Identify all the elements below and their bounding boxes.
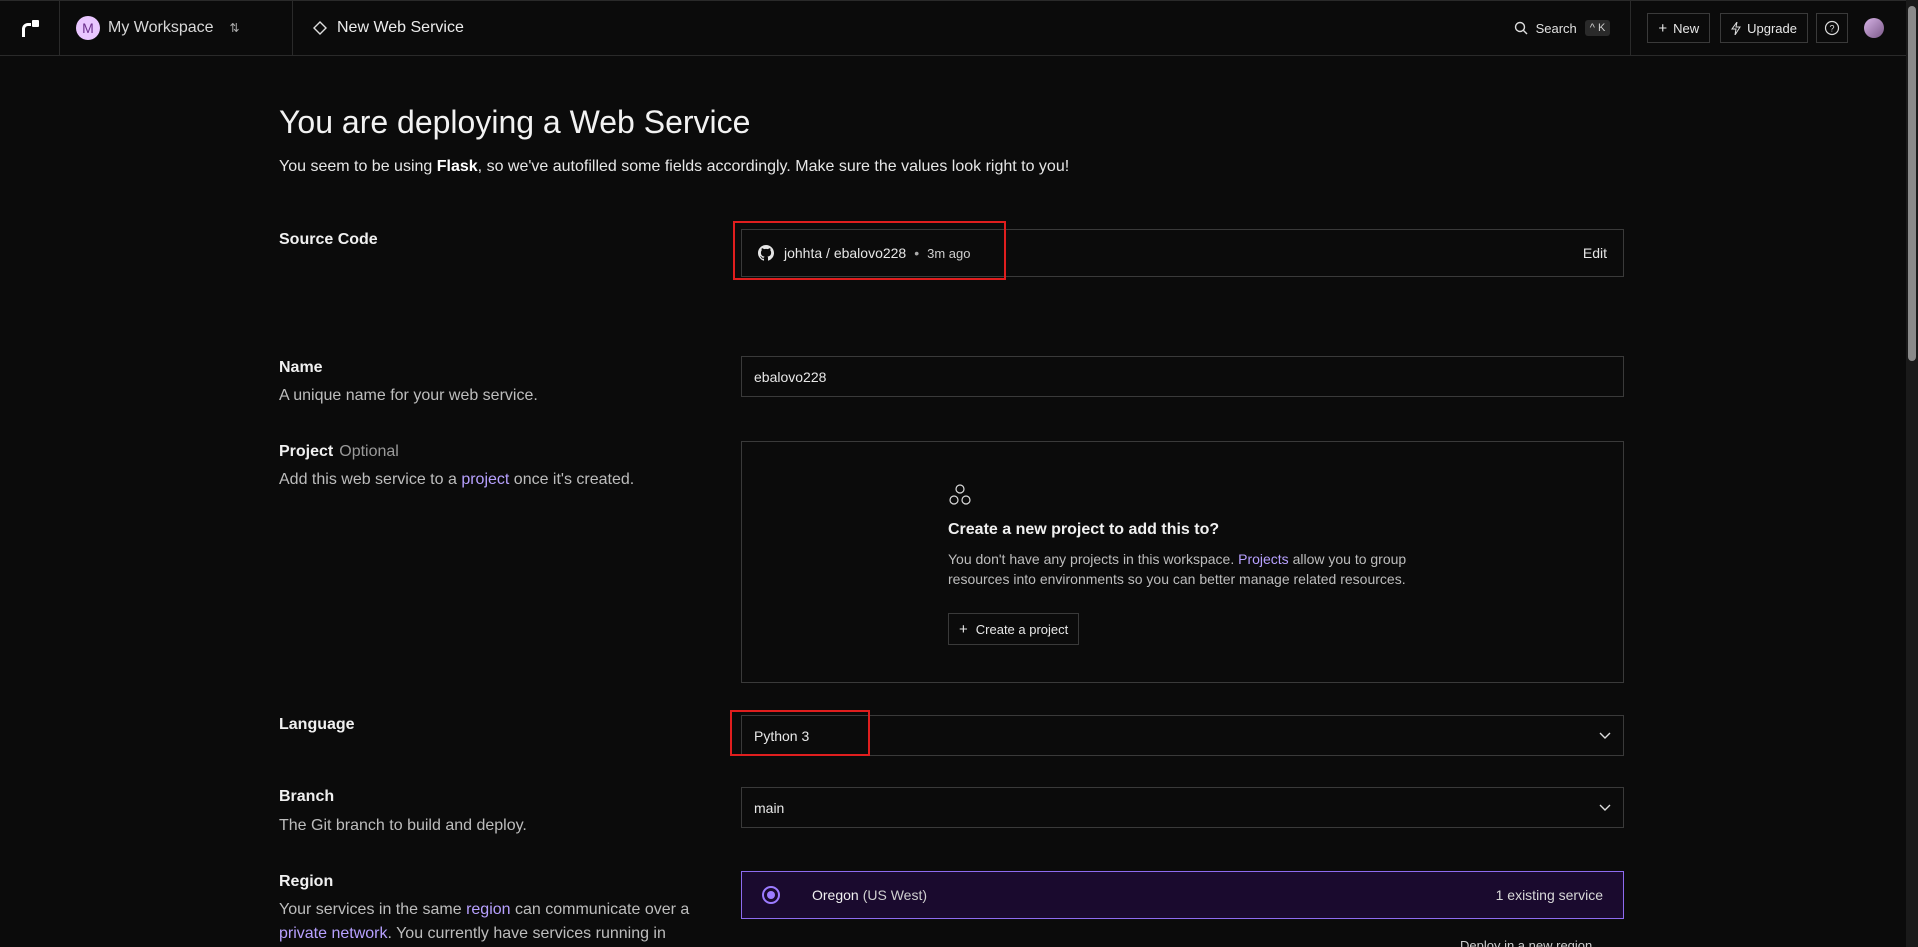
diamond-icon — [313, 21, 327, 35]
name-input[interactable]: ebalovo228 — [741, 356, 1624, 397]
breadcrumb: New Web Service — [293, 19, 464, 37]
project-desc-post: once it's created. — [509, 471, 635, 488]
create-project-button[interactable]: + Create a project — [948, 613, 1080, 645]
project-label-text: Project — [279, 443, 334, 460]
chevron-updown-icon: ⇅ — [229, 21, 240, 35]
region-link[interactable]: region — [466, 901, 510, 918]
project-description: Add this web service to a project once i… — [279, 468, 699, 492]
language-select[interactable]: Python 3 — [741, 715, 1624, 756]
branch-value: main — [754, 799, 785, 816]
region-sub: (US West) — [862, 887, 928, 903]
branch-label: Branch — [279, 788, 335, 805]
region-service-count: 1 existing service — [1495, 887, 1603, 903]
region-name: Oregon — [812, 887, 859, 903]
help-icon: ? — [1824, 20, 1840, 36]
create-project-label: Create a project — [975, 621, 1069, 637]
language-label: Language — [279, 716, 355, 733]
region-desc-pre: Your services in the same — [279, 901, 467, 918]
render-logo-icon[interactable] — [0, 0, 60, 56]
source-edit-button[interactable]: Edit — [1583, 245, 1607, 261]
workspace-switcher[interactable]: M My Workspace ⇅ — [60, 0, 293, 56]
new-button[interactable]: + New — [1647, 13, 1711, 43]
region-option-oregon[interactable]: Oregon (US West) 1 existing service — [741, 871, 1624, 919]
project-empty-desc-pre: You don't have any projects in this work… — [948, 551, 1239, 567]
scrollbar-thumb[interactable] — [1908, 6, 1916, 361]
breadcrumb-label: New Web Service — [337, 19, 464, 36]
workspace-name: My Workspace — [108, 19, 214, 36]
search-shortcut: ^ K — [1584, 20, 1611, 36]
project-empty-state: Create a new project to add this to? You… — [741, 441, 1624, 683]
search-button[interactable]: Search ^ K — [1514, 0, 1632, 56]
plus-icon: + — [1658, 19, 1668, 37]
svg-text:?: ? — [1829, 24, 1834, 34]
project-cluster-icon — [949, 484, 971, 505]
top-actions: Search ^ K + New Upgrade ? — [1514, 0, 1906, 56]
page-subtitle: You seem to be using Flask, so we've aut… — [279, 158, 1069, 176]
subtitle-post: , so we've autofilled some fields accord… — [477, 158, 1070, 175]
search-label: Search — [1535, 20, 1577, 36]
upgrade-button[interactable]: Upgrade — [1720, 13, 1808, 43]
scrollbar[interactable] — [1906, 0, 1918, 947]
highlight-box-source — [733, 221, 1006, 280]
chevron-down-icon — [1599, 804, 1611, 811]
region-desc-post: . You currently have services running in — [387, 925, 666, 942]
source-code-label: Source Code — [279, 231, 378, 248]
page-title: You are deploying a Web Service — [279, 104, 751, 140]
highlight-box-language — [730, 710, 870, 756]
projects-link[interactable]: Projects — [1238, 551, 1289, 567]
user-avatar[interactable] — [1864, 18, 1884, 38]
project-label: Project Optional — [279, 443, 399, 461]
region-label: Region — [279, 873, 334, 890]
subtitle-framework: Flask — [436, 158, 478, 175]
search-icon — [1514, 21, 1528, 35]
region-desc-mid: can communicate over a — [510, 901, 690, 918]
chevron-down-icon — [1599, 732, 1611, 739]
region-radio-selected[interactable] — [762, 886, 780, 904]
project-empty-description: You don't have any projects in this work… — [948, 549, 1408, 589]
plus-icon: + — [959, 620, 968, 638]
name-label: Name — [279, 359, 323, 376]
subtitle-pre: You seem to be using — [279, 158, 437, 175]
upgrade-label: Upgrade — [1747, 20, 1797, 36]
new-label: New — [1673, 20, 1700, 36]
name-description: A unique name for your web service. — [279, 387, 538, 404]
workspace-avatar: M — [76, 16, 100, 40]
project-link[interactable]: project — [461, 471, 509, 488]
private-network-link[interactable]: private network — [279, 925, 388, 942]
project-desc-pre: Add this web service to a — [279, 471, 462, 488]
deploy-new-region-button[interactable]: Deploy in a new region — [1460, 938, 1592, 947]
lightning-icon — [1731, 21, 1742, 35]
optional-tag: Optional — [339, 443, 399, 460]
help-button[interactable]: ? — [1816, 13, 1848, 43]
branch-select[interactable]: main — [741, 787, 1624, 828]
region-description: Your services in the same region can com… — [279, 898, 719, 946]
project-empty-title: Create a new project to add this to? — [948, 521, 1220, 538]
branch-description: The Git branch to build and deploy. — [279, 817, 527, 834]
